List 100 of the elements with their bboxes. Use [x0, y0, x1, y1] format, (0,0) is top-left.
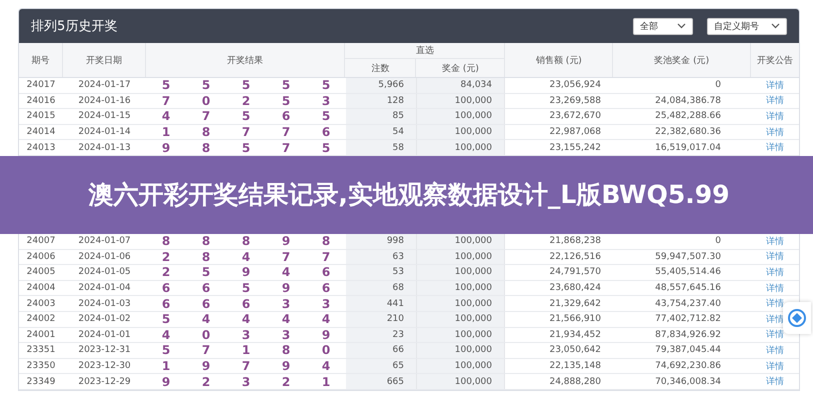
- table-cell-text: 22,135,148: [548, 360, 602, 374]
- result-digit: 3: [240, 328, 252, 342]
- table-cell: 100,000: [417, 296, 505, 311]
- result-digit: 8: [200, 124, 212, 140]
- filter-dropdown[interactable]: 自定义期号: [707, 18, 787, 34]
- table-cell: 100,000: [417, 234, 505, 249]
- table-cell-text: 22,126,516: [548, 250, 602, 264]
- column-header: 注数: [345, 59, 416, 77]
- result-digit: 6: [200, 296, 212, 311]
- result-digit: 5: [240, 140, 252, 155]
- details-link[interactable]: 详情: [766, 234, 784, 248]
- result-digit: 7: [240, 124, 252, 140]
- table-cell-text: 2024-01-01: [77, 328, 132, 342]
- details-link[interactable]: 详情: [766, 344, 784, 357]
- table-cell: 100,000: [417, 140, 505, 155]
- details-link[interactable]: 详情: [766, 312, 784, 326]
- details-link[interactable]: 详情: [766, 360, 784, 373]
- float-button[interactable]: [783, 302, 811, 334]
- table-cell: 100,000: [417, 124, 505, 140]
- result-digit: 5: [240, 280, 252, 296]
- table-cell: 53: [346, 265, 417, 280]
- result-digit: 4: [280, 312, 292, 327]
- result-digit: 8: [200, 234, 212, 249]
- filter-dropdown[interactable]: 全部: [633, 18, 693, 34]
- details-link[interactable]: 详情: [766, 141, 784, 154]
- table-cell: 441: [346, 296, 417, 311]
- table-cell-text: 24,084,386.78: [654, 94, 722, 108]
- table-cell-text: 23350: [26, 360, 56, 374]
- table-cell: 100,000: [417, 328, 505, 342]
- table-cell-text: 2024-01-13: [77, 142, 132, 155]
- result-digit: 5: [160, 78, 172, 93]
- result-digit: 3: [320, 296, 332, 311]
- details-link[interactable]: 详情: [766, 282, 784, 295]
- table-cell-text: 2024-01-15: [77, 110, 132, 124]
- table-cell: 5,966: [346, 78, 417, 93]
- details-link[interactable]: 详情: [766, 78, 784, 92]
- table-cell: 998: [346, 234, 417, 249]
- table-cell-text: 0: [714, 79, 722, 92]
- result-digit: 8: [200, 250, 212, 264]
- result-digit: 6: [160, 296, 172, 311]
- result-digit: 3: [280, 328, 292, 342]
- result-digit: 0: [200, 328, 212, 342]
- table-cell: 100,000: [417, 343, 505, 358]
- details-link[interactable]: 详情: [766, 110, 784, 123]
- result-digit: 3: [240, 374, 252, 389]
- table-cell: 100,000: [417, 94, 505, 108]
- result-digit: 5: [280, 78, 292, 93]
- table-cell: 85: [346, 109, 417, 124]
- result-digit: 5: [240, 78, 252, 93]
- table-cell: 58: [346, 140, 417, 155]
- table-cell-text: 24005: [26, 266, 56, 280]
- result-digit: 5: [320, 109, 332, 124]
- chevron-icon: [677, 23, 686, 29]
- table-cell: 100,000: [417, 280, 505, 296]
- result-digit: 4: [200, 312, 212, 327]
- result-digit: 7: [160, 94, 172, 108]
- table-cell: 100,000: [417, 358, 505, 374]
- result-digit: 6: [280, 109, 292, 124]
- result-digit: 5: [160, 343, 172, 358]
- result-digit: 0: [320, 343, 332, 358]
- result-digit: 7: [240, 358, 252, 374]
- details-link[interactable]: 详情: [766, 126, 784, 139]
- table-cell-text: 23,680,424: [548, 282, 602, 296]
- table-cell-text: 59,947,507.30: [654, 250, 722, 264]
- table-cell-text: 24014: [26, 126, 56, 140]
- result-digit: 2: [160, 250, 172, 264]
- result-digit: 8: [320, 234, 332, 249]
- table-cell-text: 24,888,280: [548, 376, 602, 389]
- table-cell-text: 24007: [26, 235, 56, 248]
- details-link[interactable]: 详情: [766, 250, 784, 264]
- table-cell-text: 2024-01-03: [77, 298, 132, 311]
- table-cell-text: 21,868,238: [548, 235, 602, 248]
- result-digit: 4: [320, 312, 332, 327]
- table-cell-text: 16,519,017.04: [654, 142, 722, 155]
- table-cell: 23: [346, 328, 417, 342]
- table-cell-text: 23349: [26, 376, 56, 389]
- table-cell-text: 24015: [26, 110, 56, 124]
- details-link[interactable]: 详情: [766, 297, 784, 310]
- result-digit: 9: [240, 265, 252, 280]
- column-header: 直选: [345, 43, 504, 59]
- table-cell-text: 21,329,642: [548, 298, 602, 311]
- panel-title: 排列5历史开奖: [31, 18, 118, 35]
- details-link[interactable]: 详情: [766, 94, 784, 108]
- details-link[interactable]: 详情: [766, 266, 784, 279]
- table-cell-text: 23,155,242: [548, 142, 602, 155]
- table-cell: 66: [346, 343, 417, 358]
- chevron-icon: [771, 23, 780, 29]
- result-digit: 2: [200, 374, 212, 389]
- table-cell-text: 24004: [26, 282, 56, 296]
- table-cell-text: 2024-01-04: [77, 282, 132, 296]
- details-link[interactable]: 详情: [766, 375, 784, 388]
- result-digit: 9: [280, 234, 292, 249]
- details-link[interactable]: 详情: [766, 328, 784, 342]
- table-cell-text: 23351: [26, 344, 56, 358]
- result-digit: 9: [280, 280, 292, 296]
- table-cell: 63: [346, 250, 417, 264]
- result-digit: 1: [160, 358, 172, 374]
- table-cell: 65: [346, 358, 417, 374]
- table-cell-text: 0: [714, 235, 722, 248]
- result-digit: 8: [200, 140, 212, 155]
